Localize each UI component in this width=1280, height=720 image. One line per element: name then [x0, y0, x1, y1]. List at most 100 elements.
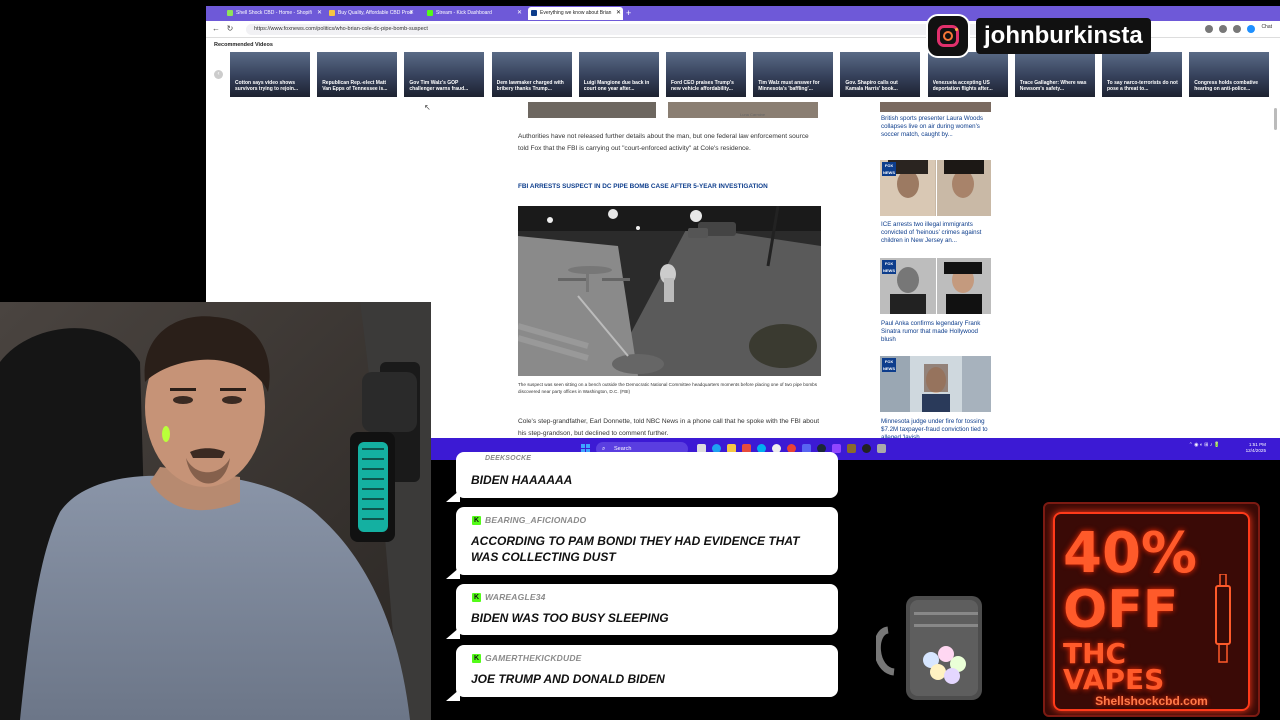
fox-news-badge: FOX NEWS: [882, 260, 896, 274]
chat-message: DEEKSOCKE BIDEN HAAAAAA: [446, 452, 838, 502]
twitch-icon[interactable]: [832, 444, 841, 453]
tab-title: Stream - Kick Dashboard: [436, 10, 492, 16]
tab-shellshock-home[interactable]: Shell Shock CBD - Home - Shopifi ✕: [224, 7, 324, 20]
video-title: Congress holds combative hearing on anti…: [1194, 80, 1259, 92]
kick-icon: [427, 10, 433, 16]
ad-website: Shellshockcbd.com: [1095, 694, 1208, 708]
article-paragraph: Cole's step-grandfather, Earl Donnette, …: [518, 418, 820, 437]
mug-graphic: [873, 590, 988, 704]
fox-news-badge: FOX NEWS: [882, 358, 896, 372]
reload-icon[interactable]: ↻: [224, 23, 236, 35]
photo-caption: The suspect was seen sitting on a bench …: [518, 382, 818, 394]
video-thumbnail[interactable]: Luigi Mangione due back in court one yea…: [578, 52, 659, 97]
story-headline[interactable]: Paul Anka confirms legendary Frank Sinat…: [881, 320, 991, 345]
article-image: [528, 102, 656, 118]
trending-sidebar: British sports presenter Laura Woods col…: [879, 102, 991, 438]
copilot-icon[interactable]: [1247, 25, 1256, 33]
profile-icon[interactable]: [1233, 25, 1242, 33]
chat-message-text: ACCORDING TO PAM BONDI THEY HAD EVIDENCE…: [471, 534, 800, 564]
clock-date: 12/4/2025: [1245, 448, 1266, 453]
video-title: Luigi Mangione due back in court one yea…: [583, 80, 650, 92]
page-scrollbar[interactable]: [1273, 102, 1278, 438]
image-credit: Luna Carmine: [740, 112, 766, 117]
story-headline[interactable]: Minnesota judge under fire for tossing $…: [881, 418, 991, 438]
new-tab-button[interactable]: +: [626, 7, 631, 19]
video-thumbnail[interactable]: Congress holds combative hearing on anti…: [1189, 52, 1270, 97]
system-tray[interactable]: ⌃ ◉ ◐ ⊞ ♪ 🔋: [1189, 442, 1220, 456]
chat-message: K WAREAGLE34 BIDEN WAS TOO BUSY SLEEPING: [446, 584, 838, 639]
related-article-link[interactable]: FBI ARRESTS SUSPECT IN DC PIPE BOMB CASE…: [518, 183, 768, 190]
story-headline[interactable]: ICE arrests two illegal immigrants convi…: [881, 221, 991, 246]
instagram-overlay: johnburkinsta: [922, 12, 1172, 62]
promo-ad: 40% OFF THC VAPES Shellshockcbd.com: [1043, 502, 1260, 717]
video-thumbnail[interactable]: Ford CEO praises Trump's new vehicle aff…: [666, 52, 746, 97]
video-thumbnail[interactable]: Republican Rep.-elect Matt Van Epps of T…: [317, 52, 398, 97]
article-body: Luna Carmine Authorities have not releas…: [518, 102, 824, 438]
kick-icon: K: [472, 593, 481, 602]
close-icon[interactable]: ✕: [517, 7, 522, 20]
chat-username: DEEKSOCKE: [485, 455, 532, 462]
app-icon[interactable]: [862, 444, 871, 453]
chat-message-text: JOE TRUMP AND DONALD BIDEN: [471, 672, 665, 686]
video-thumbnail[interactable]: Gov. Shapiro calls out Kamala Harris' bo…: [840, 52, 921, 97]
story-thumbnail[interactable]: [880, 102, 991, 112]
chat-message: K GAMERTHEKICKDUDE JOE TRUMP AND DONALD …: [446, 645, 838, 701]
store-icon: [329, 10, 335, 16]
tab-title: Shell Shock CBD - Home - Shopifi: [236, 10, 312, 16]
video-title: Tim Walz must answer for Minnesota's 'ba…: [758, 80, 820, 92]
app-icon[interactable]: [877, 444, 886, 453]
favorites-icon[interactable]: [1219, 25, 1228, 33]
chat-label[interactable]: Chat: [1261, 24, 1272, 35]
video-thumbnail[interactable]: Dem lawmaker charged with bribery thanks…: [491, 52, 572, 97]
surveillance-photo[interactable]: [518, 206, 821, 376]
video-title: Dem lawmaker charged with bribery thanks…: [496, 80, 564, 92]
fox-news-icon: [531, 10, 537, 16]
chat-message-text: BIDEN HAAAAAA: [471, 473, 573, 487]
toolbar-icons: Chat: [1205, 24, 1272, 35]
tab-kick-dashboard[interactable]: Stream - Kick Dashboard ✕: [424, 7, 524, 20]
chat-message: K BEARING_AFICIONADO ACCORDING TO PAM BO…: [446, 507, 838, 579]
app-icon[interactable]: [847, 444, 856, 453]
video-title: Ford CEO praises Trump's new vehicle aff…: [671, 80, 734, 92]
story-thumbnail[interactable]: FOX NEWS: [880, 356, 991, 412]
vape-cartridge-icon: [1215, 574, 1231, 663]
video-thumbnail[interactable]: Tim Walz must answer for Minnesota's 'ba…: [753, 52, 834, 97]
article-top-images: Luna Carmine: [518, 102, 824, 118]
video-title: Cotton says video shows survivors trying…: [235, 80, 299, 92]
video-title: Gov. Shapiro calls out Kamala Harris' bo…: [845, 80, 898, 92]
scrollbar-thumb[interactable]: [1274, 108, 1277, 130]
story-thumbnail[interactable]: FOX NEWS: [880, 160, 991, 216]
chat-message-text: BIDEN WAS TOO BUSY SLEEPING: [471, 611, 669, 625]
shopify-icon: [227, 10, 233, 16]
ad-discount: 40%: [1063, 521, 1198, 586]
video-title: To say narco-terrorists do not pose a th…: [1107, 80, 1178, 92]
instagram-handle: johnburkinsta: [976, 18, 1151, 54]
video-title: Venezuela accepting US deportation fligh…: [932, 80, 993, 92]
video-thumbnail[interactable]: Cotton says video shows survivors trying…: [230, 52, 310, 97]
tab-cbd-products[interactable]: Buy Quality, Affordable CBD Prod ✕: [326, 7, 416, 20]
tab-title: Everything we know about Brian: [540, 10, 612, 16]
story-headline[interactable]: British sports presenter Laura Woods col…: [881, 115, 991, 140]
carousel-prev-button[interactable]: ‹: [214, 70, 223, 79]
recommended-videos-title: Recommended Videos: [214, 42, 273, 48]
instagram-icon: [926, 14, 970, 58]
ad-off: OFF: [1063, 580, 1179, 640]
ad-vapes: VAPES: [1063, 663, 1165, 696]
video-title: Republican Rep.-elect Matt Van Epps of T…: [322, 80, 388, 92]
chat-username: WAREAGLE34: [485, 592, 546, 602]
close-icon[interactable]: ✕: [616, 7, 621, 20]
taskbar-clock[interactable]: 1:51 PM 12/4/2025: [1246, 442, 1266, 454]
surveillance-photo-graphic: [518, 206, 821, 376]
back-arrow-icon[interactable]: ←: [210, 23, 222, 35]
extension-icon[interactable]: [1205, 25, 1214, 33]
stream-screen: Shell Shock CBD - Home - Shopifi ✕ Buy Q…: [0, 0, 1280, 720]
video-thumbnail[interactable]: Gov Tim Walz's GOP challenger warns frau…: [404, 52, 485, 97]
video-title: Trace Gallagher: Where was Newsom's safe…: [1019, 80, 1087, 92]
chat-username: BEARING_AFICIONADO: [485, 515, 587, 525]
fox-news-badge: FOX NEWS: [882, 162, 896, 176]
story-thumbnail[interactable]: FOX NEWS: [880, 258, 991, 314]
close-icon[interactable]: ✕: [409, 7, 414, 20]
video-title: Gov Tim Walz's GOP challenger warns frau…: [409, 80, 469, 92]
close-icon[interactable]: ✕: [317, 7, 322, 20]
tab-fox-article[interactable]: Everything we know about Brian ✕: [528, 7, 623, 20]
